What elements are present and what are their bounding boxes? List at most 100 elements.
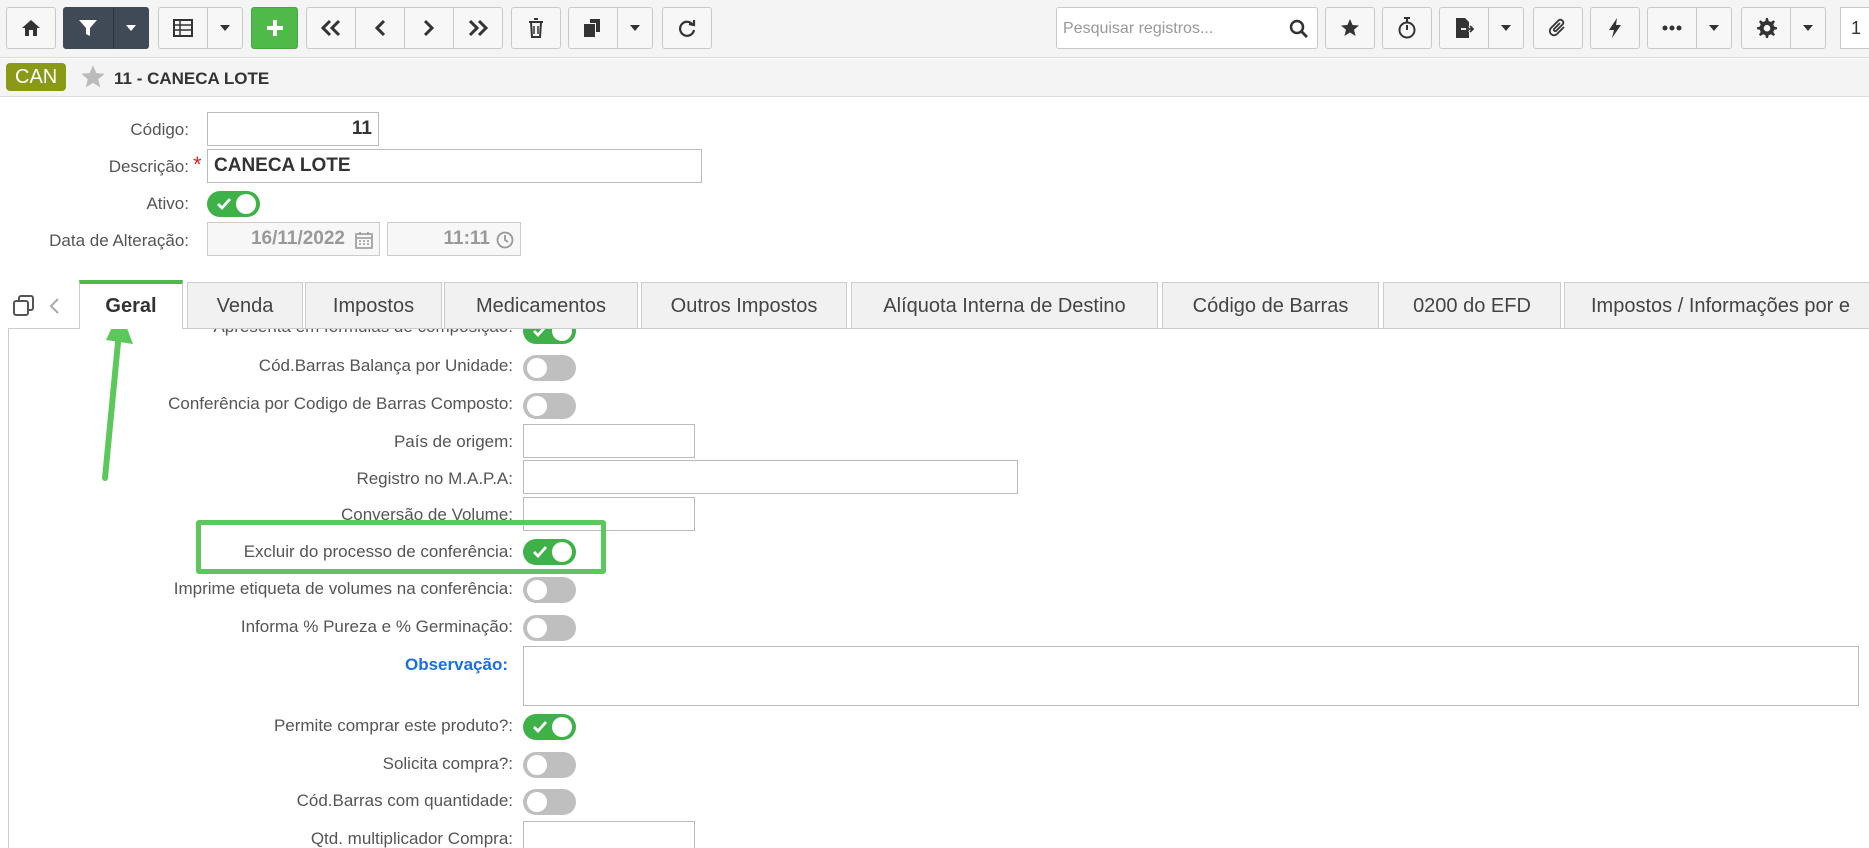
tab-outros-impostos[interactable]: Outros Impostos bbox=[641, 282, 847, 328]
codigo-field[interactable]: 11 bbox=[207, 112, 379, 146]
codbarras-balanca-toggle[interactable] bbox=[523, 355, 576, 381]
tab-impostos-informacoes[interactable]: Impostos / Informações por e bbox=[1564, 282, 1869, 328]
stopwatch-icon bbox=[1398, 17, 1416, 39]
copy-icon bbox=[584, 19, 600, 37]
check-icon bbox=[217, 198, 232, 211]
field-label: Qtd. multiplicador Compra: bbox=[310, 829, 513, 848]
record-header: CAN 11 - CANECA LOTE bbox=[0, 59, 1869, 97]
qtd-multiplicador-compra-input[interactable] bbox=[523, 821, 695, 848]
toggle-knob bbox=[236, 194, 256, 214]
informa-pureza-germinacao-toggle[interactable] bbox=[523, 615, 576, 641]
more-options-button[interactable] bbox=[1647, 7, 1697, 49]
bolt-icon bbox=[1609, 18, 1621, 38]
grid-view-dropdown-button[interactable] bbox=[207, 7, 243, 49]
first-record-button[interactable] bbox=[306, 7, 356, 49]
last-icon bbox=[468, 19, 489, 37]
caret-down-icon bbox=[1501, 25, 1511, 31]
add-record-button[interactable] bbox=[251, 7, 298, 49]
attachments-button[interactable] bbox=[1533, 7, 1583, 49]
permite-comprar-toggle[interactable] bbox=[523, 714, 576, 740]
tab-impostos[interactable]: Impostos bbox=[305, 282, 442, 328]
chevron-left-icon[interactable] bbox=[48, 297, 60, 315]
trash-icon bbox=[529, 18, 543, 38]
tab-0200-efd[interactable]: 0200 do EFD bbox=[1383, 282, 1561, 328]
duplicate-dropdown-button[interactable] bbox=[617, 7, 653, 49]
module-badge: CAN bbox=[6, 63, 67, 91]
star-icon bbox=[1341, 19, 1359, 36]
actions-button[interactable] bbox=[1590, 7, 1640, 49]
field-label: Cód.Barras Balança por Unidade: bbox=[258, 356, 513, 375]
page-title: 11 - CANECA LOTE bbox=[114, 69, 270, 88]
plus-icon bbox=[266, 20, 283, 36]
next-icon bbox=[423, 19, 435, 37]
search-input[interactable] bbox=[1063, 18, 1283, 40]
clock-icon bbox=[496, 231, 514, 249]
refresh-button[interactable] bbox=[662, 7, 712, 49]
filter-icon bbox=[79, 20, 97, 36]
ativo-toggle[interactable] bbox=[207, 191, 260, 217]
toggle-knob bbox=[552, 329, 572, 341]
field-label: Permite comprar este produto?: bbox=[273, 716, 513, 735]
tab-codigo-de-barras[interactable]: Código de Barras bbox=[1162, 282, 1379, 328]
solicita-compra-toggle[interactable] bbox=[523, 752, 576, 778]
date-value: 16/11/2022 bbox=[250, 228, 345, 249]
settings-button[interactable] bbox=[1741, 7, 1791, 49]
page-indicator[interactable]: 1 bbox=[1840, 7, 1869, 49]
tab-bar: Geral Venda Impostos Medicamentos Outros… bbox=[0, 280, 1869, 329]
more-options-dropdown-button[interactable] bbox=[1696, 7, 1732, 49]
toggle-knob bbox=[552, 717, 572, 737]
table-icon bbox=[173, 19, 193, 37]
settings-dropdown-button[interactable] bbox=[1790, 7, 1826, 49]
descricao-label: Descrição: bbox=[108, 157, 189, 176]
ellipsis-icon bbox=[1662, 25, 1682, 31]
codigo-label: Código: bbox=[130, 120, 189, 139]
tab-aliquota-interna-destino[interactable]: Alíquota Interna de Destino bbox=[851, 282, 1158, 328]
grid-view-button[interactable] bbox=[158, 7, 208, 49]
toggle-knob bbox=[527, 792, 547, 812]
registro-mapa-input[interactable] bbox=[523, 460, 1018, 494]
star-icon[interactable] bbox=[80, 64, 106, 90]
observacao-label: Observação: bbox=[405, 655, 508, 674]
field-label: Solicita compra?: bbox=[382, 754, 513, 773]
imprime-etiqueta-volumes-toggle[interactable] bbox=[523, 577, 576, 603]
conferencia-codbarras-composto-toggle[interactable] bbox=[523, 393, 576, 419]
timer-button[interactable] bbox=[1382, 7, 1432, 49]
codbarras-quantidade-toggle[interactable] bbox=[523, 789, 576, 815]
next-record-button[interactable] bbox=[404, 7, 454, 49]
duplicate-button[interactable] bbox=[568, 7, 618, 49]
ativo-label: Ativo: bbox=[146, 194, 189, 213]
calendar-icon bbox=[355, 232, 373, 249]
field-label: País de origem: bbox=[393, 432, 513, 451]
data-alteracao-date-field: 16/11/2022 bbox=[207, 222, 380, 256]
refresh-icon bbox=[679, 20, 696, 37]
pais-origem-input[interactable] bbox=[523, 424, 695, 458]
caret-down-icon bbox=[630, 25, 640, 31]
tab-medicamentos[interactable]: Medicamentos bbox=[444, 282, 638, 328]
main-toolbar: 1 bbox=[0, 0, 1869, 58]
observacao-textarea[interactable] bbox=[523, 646, 1859, 706]
home-button[interactable] bbox=[6, 7, 56, 49]
toggle-knob bbox=[527, 580, 547, 600]
filter-button[interactable] bbox=[63, 7, 113, 49]
tab-geral[interactable]: Geral bbox=[79, 280, 183, 329]
export-dropdown-button[interactable] bbox=[1488, 7, 1524, 49]
time-value: 11:11 bbox=[443, 228, 491, 249]
previous-record-button[interactable] bbox=[355, 7, 405, 49]
first-icon bbox=[320, 19, 341, 37]
field-label: Imprime etiqueta de volumes na conferênc… bbox=[173, 579, 513, 598]
favorite-button[interactable] bbox=[1325, 7, 1375, 49]
tab-venda[interactable]: Venda bbox=[187, 282, 303, 328]
highlight-box bbox=[196, 520, 606, 574]
caret-down-icon bbox=[220, 25, 230, 31]
field-label: Apresenta em fórmulas de composição: bbox=[213, 329, 513, 337]
search-icon[interactable] bbox=[1289, 19, 1309, 39]
windows-icon[interactable] bbox=[12, 294, 36, 318]
delete-button[interactable] bbox=[511, 7, 561, 49]
filter-dropdown-button[interactable] bbox=[113, 7, 149, 49]
apresenta-formulas-toggle[interactable] bbox=[523, 329, 576, 344]
export-button[interactable] bbox=[1439, 7, 1489, 49]
toggle-knob bbox=[527, 755, 547, 775]
descricao-field[interactable]: CANECA LOTE bbox=[207, 149, 702, 183]
field-label: Registro no M.A.P.A: bbox=[356, 469, 513, 488]
last-record-button[interactable] bbox=[453, 7, 503, 49]
